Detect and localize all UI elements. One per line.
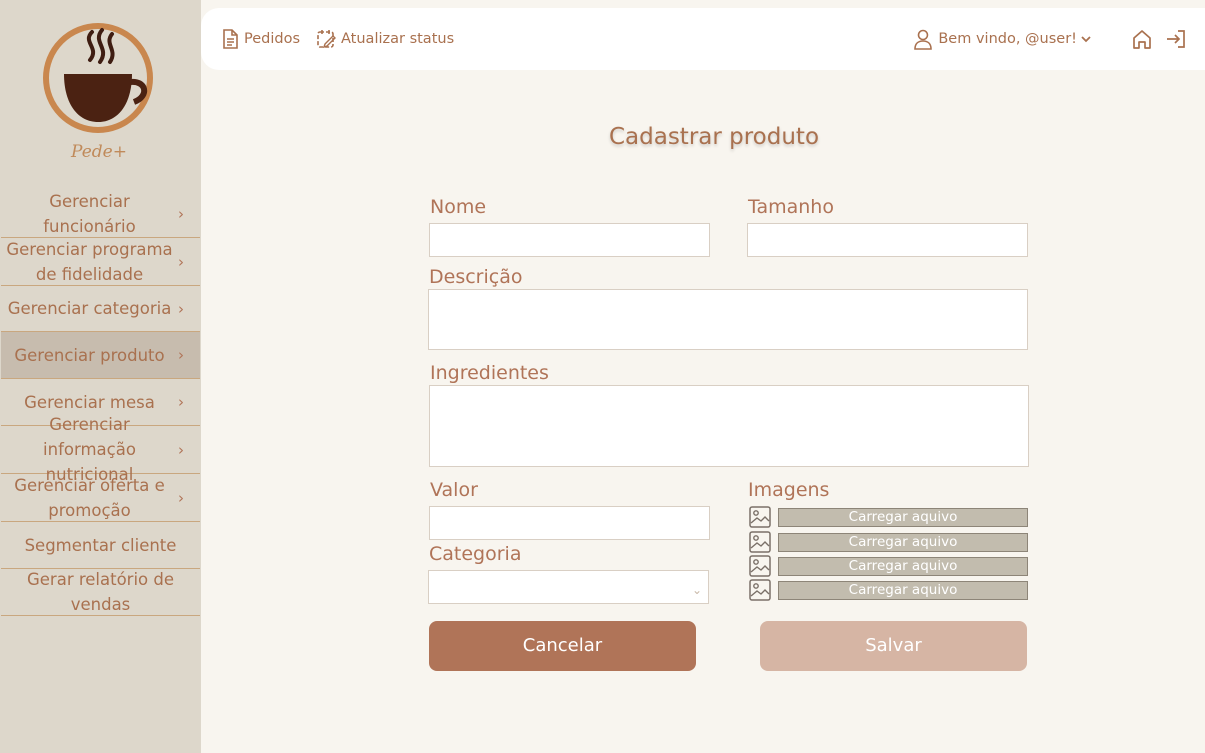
user-icon — [914, 29, 933, 50]
update-status-link[interactable]: Atualizar status — [316, 29, 454, 49]
sidebar-item-produto[interactable]: Gerenciar produto › — [1, 332, 200, 379]
coffee-cup-logo-icon — [43, 23, 153, 133]
sidebar-item-funcionario[interactable]: Gerenciar funcionário › — [1, 191, 200, 238]
ingredients-label: Ingredientes — [430, 362, 549, 384]
sidebar-item-label: Segmentar cliente — [24, 535, 177, 555]
document-icon — [223, 29, 238, 49]
sidebar-item-informacao-nutricional[interactable]: Gerenciar informação nutricional › — [1, 415, 200, 484]
logo: Pede+ — [42, 18, 156, 168]
sidebar-item-label: Gerenciar funcionário — [43, 192, 136, 236]
image-upload-row: Carregar aquivo — [749, 579, 1028, 601]
image-icon — [749, 555, 771, 577]
image-icon — [749, 531, 771, 553]
sidebar-item-label: Gerenciar produto — [14, 345, 165, 365]
value-label: Valor — [430, 479, 478, 501]
value-field[interactable] — [429, 506, 710, 540]
sidebar-item-fidelidade[interactable]: Gerenciar programa de fidelidade › — [1, 238, 200, 286]
category-select[interactable]: ⌄ — [428, 570, 709, 604]
name-field[interactable] — [429, 223, 710, 257]
size-field[interactable] — [747, 223, 1028, 257]
chevron-down-icon: ⌄ — [691, 583, 702, 597]
description-field[interactable] — [428, 289, 1028, 350]
sidebar-item-label: Gerenciar categoria — [7, 299, 172, 318]
sidebar-item-label: Gerar relatório de vendas — [26, 570, 175, 614]
sidebar-item-segmentar-cliente[interactable]: Segmentar cliente — [1, 522, 200, 569]
home-icon — [1133, 30, 1151, 49]
category-label: Categoria — [429, 543, 522, 565]
sidebar-item-categoria[interactable]: Gerenciar categoria › — [1, 286, 200, 332]
name-label: Nome — [430, 196, 487, 218]
upload-file-button[interactable]: Carregar aquivo — [778, 507, 1028, 527]
chevron-right-icon: › — [178, 440, 184, 459]
sidebar: Pede+ Gerenciar funcionário › Gerenciar … — [0, 0, 201, 753]
image-icon — [749, 506, 771, 528]
image-upload-row: Carregar aquivo — [749, 555, 1028, 577]
home-button[interactable] — [1131, 28, 1153, 50]
upload-file-button[interactable]: Carregar aquivo — [778, 580, 1028, 600]
chevron-right-icon: › — [178, 252, 184, 271]
logout-icon — [1167, 30, 1185, 48]
calendar-edit-icon — [317, 30, 337, 49]
chevron-right-icon: › — [178, 346, 184, 364]
image-icon — [749, 579, 771, 601]
page-title: Cadastrar produto — [608, 124, 820, 150]
images-label: Imagens — [748, 479, 830, 501]
logo-text: Pede+ — [71, 142, 127, 162]
orders-label: Pedidos — [244, 31, 301, 47]
ingredients-field[interactable] — [429, 385, 1029, 467]
user-menu[interactable]: Bem vindo, @user! — [913, 29, 1097, 50]
sidebar-item-relatorio-vendas[interactable]: Gerar relatório de vendas — [1, 569, 200, 616]
chevron-right-icon: › — [178, 299, 184, 318]
chevron-right-icon: › — [178, 205, 184, 223]
sidebar-item-label: Gerenciar oferta e promoção — [14, 475, 165, 520]
save-button[interactable]: Salvar — [760, 621, 1027, 671]
chevron-down-icon — [1081, 36, 1091, 43]
chevron-right-icon: › — [178, 488, 184, 507]
cancel-button[interactable]: Cancelar — [429, 621, 696, 671]
top-bar: Pedidos Atualizar status Bem vindo, @use… — [201, 8, 1205, 70]
upload-file-button[interactable]: Carregar aquivo — [778, 532, 1028, 552]
logout-button[interactable] — [1165, 28, 1187, 50]
sidebar-item-label: Gerenciar programa de fidelidade — [6, 239, 173, 284]
sidebar-item-label: Gerenciar mesa — [24, 392, 155, 412]
update-status-label: Atualizar status — [341, 31, 455, 47]
description-label: Descrição — [429, 266, 523, 288]
chevron-right-icon: › — [178, 393, 184, 411]
sidebar-item-oferta-promocao[interactable]: Gerenciar oferta e promoção › — [1, 474, 200, 522]
size-label: Tamanho — [748, 196, 834, 218]
image-upload-row: Carregar aquivo — [749, 506, 1028, 528]
upload-file-button[interactable]: Carregar aquivo — [778, 556, 1028, 576]
image-upload-row: Carregar aquivo — [749, 531, 1028, 553]
orders-link[interactable]: Pedidos — [221, 29, 300, 49]
welcome-label: Bem vindo, @user! — [938, 31, 1077, 47]
